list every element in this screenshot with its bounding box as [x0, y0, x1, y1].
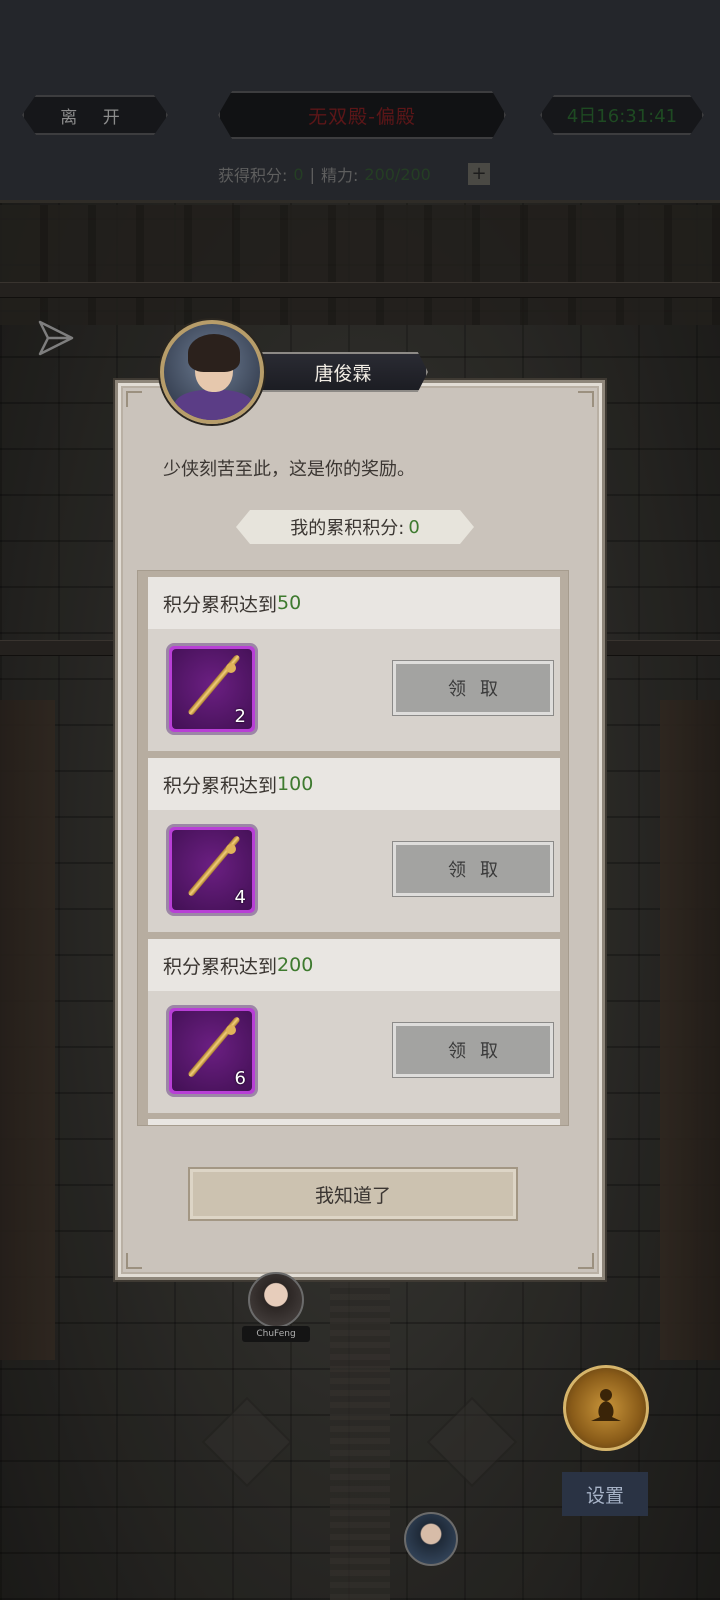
location-title: 无双殿-偏殿 [218, 91, 506, 139]
reward-condition: 积分累积达到 100 [148, 758, 560, 810]
top-bar: 离 开 无双殿-偏殿 4日16:31:41 获得积分: 0 | 精力: 200/… [0, 0, 720, 203]
reward-item[interactable]: 2 [166, 643, 258, 735]
reward-row: 积分累积达到 100 4 领取 [148, 758, 560, 932]
claim-button[interactable]: 领取 [393, 1023, 553, 1077]
corner-ornament [578, 1253, 594, 1269]
item-count: 2 [234, 706, 246, 727]
player-avatar[interactable] [248, 1272, 304, 1328]
add-energy-button[interactable]: + [468, 163, 490, 185]
corner-ornament [578, 391, 594, 407]
reward-list[interactable]: 积分累积达到 50 2 领取 积分累积达到 100 4 领取 积分累积达到 200 [137, 570, 569, 1126]
reward-message: 少侠刻苦至此，这是你的奖励。 [163, 459, 415, 480]
energy-label: 精力: [320, 166, 359, 185]
condition-target: 50 [277, 592, 302, 614]
stats-separator: | [309, 164, 315, 184]
meditate-button[interactable] [563, 1365, 649, 1451]
corner-ornament [126, 391, 142, 407]
reward-item[interactable]: 4 [166, 824, 258, 916]
condition-label: 积分累积达到 [163, 593, 278, 616]
companion-avatar[interactable] [404, 1512, 458, 1566]
total-points-badge: 我的累积积分: 0 [236, 510, 474, 544]
condition-label: 积分累积达到 [163, 774, 278, 797]
reward-row: 积分累积达到 200 6 领取 [148, 939, 560, 1113]
reward-condition: 积分累积达到 200 [148, 939, 560, 991]
total-points-value: 0 [408, 516, 420, 538]
condition-label: 积分累积达到 [163, 955, 278, 978]
claim-button[interactable]: 领取 [393, 661, 553, 715]
points-value: 0 [293, 164, 304, 184]
confirm-button[interactable]: 我知道了 [188, 1167, 518, 1221]
player-name: ChuFeng [242, 1326, 310, 1342]
leave-button[interactable]: 离 开 [22, 95, 168, 135]
item-count: 4 [234, 887, 246, 908]
total-points-label: 我的累积积分: [290, 518, 405, 539]
corner-ornament [126, 1253, 142, 1269]
settings-button[interactable]: 设置 [562, 1472, 648, 1516]
next-reward-peek [148, 1119, 560, 1125]
npc-name-plate: 唐俊霖 [258, 352, 428, 392]
meditation-icon [591, 1389, 621, 1421]
condition-target: 200 [277, 954, 314, 976]
claim-button[interactable]: 领取 [393, 842, 553, 896]
item-count: 6 [234, 1068, 246, 1089]
reward-condition: 积分累积达到 50 [148, 577, 560, 629]
stats-bar: 获得积分: 0 | 精力: 200/200 [218, 162, 431, 186]
countdown-timer: 4日16:31:41 [540, 95, 704, 135]
reward-item[interactable]: 6 [166, 1005, 258, 1097]
energy-value: 200/200 [364, 164, 431, 184]
condition-target: 100 [277, 773, 314, 795]
reward-row: 积分累积达到 50 2 领取 [148, 577, 560, 751]
points-label: 获得积分: [218, 166, 288, 185]
npc-avatar [160, 320, 264, 424]
